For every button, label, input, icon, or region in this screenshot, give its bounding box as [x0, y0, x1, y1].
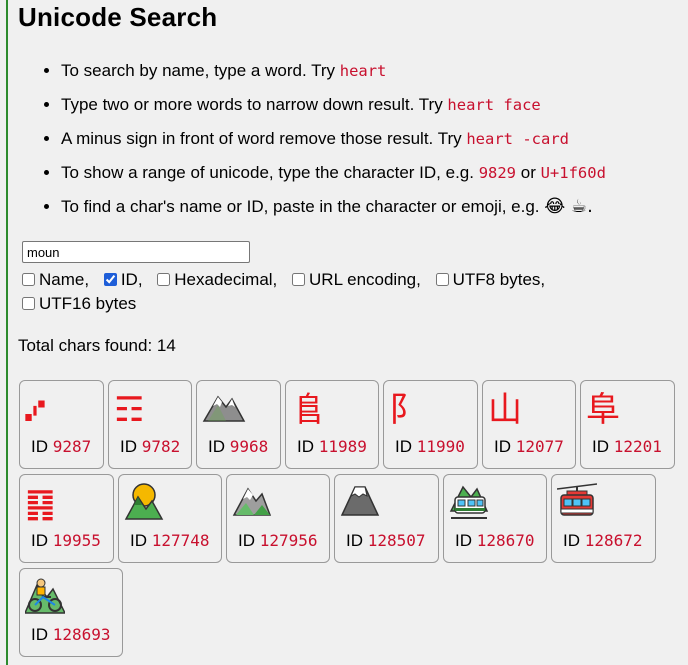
option-0[interactable]: Name,	[18, 270, 89, 289]
char-card[interactable]: ⑇ ID 9287	[19, 380, 104, 469]
char-id: ID 128670	[455, 531, 535, 550]
char-id: ID 128507	[346, 531, 426, 550]
option-label: UTF8 bytes,	[452, 270, 546, 289]
char-id: ID 9782	[120, 437, 181, 456]
mount-fuji-icon	[340, 481, 386, 527]
char-id-value: 9782	[141, 437, 181, 456]
option-1[interactable]: ID,	[100, 270, 143, 289]
char-card[interactable]: ☶ ID 9782	[108, 380, 192, 469]
option-checkbox[interactable]	[22, 273, 35, 286]
char-id-value: 12201	[613, 437, 662, 456]
char-id-value: 11989	[318, 437, 367, 456]
radical-mound-two-icon: ⻖	[389, 390, 423, 430]
option-2[interactable]: Hexadecimal,	[153, 270, 277, 289]
tip-item: To search by name, type a word. Try hear…	[61, 54, 606, 88]
char-card[interactable]: ID 9968	[196, 380, 281, 469]
total-count: Total chars found: 14	[18, 336, 176, 355]
char-id: ID 127748	[130, 531, 210, 550]
char-id-value: 11990	[416, 437, 465, 456]
tip-item: Type two or more words to narrow down re…	[61, 88, 606, 122]
example-code: heart	[339, 62, 387, 80]
option-checkbox[interactable]	[157, 273, 171, 286]
char-id-value: 9968	[229, 437, 269, 456]
option-5[interactable]: UTF16 bytes	[18, 294, 136, 313]
char-card[interactable]: ID 127748	[118, 474, 222, 563]
char-id: ID 12077	[494, 437, 564, 456]
char-id: ID 12201	[592, 437, 662, 456]
option-checkbox[interactable]	[435, 273, 449, 286]
example-emoji: 😂 ☕.	[544, 196, 593, 217]
char-card[interactable]: ⻕ ID 11989	[285, 380, 379, 469]
char-id-value: 128670	[476, 531, 535, 550]
char-id: ID 9287	[31, 437, 92, 456]
char-card[interactable]: ID 128672	[551, 474, 656, 563]
char-id-value: 9287	[52, 437, 92, 456]
sunrise-over-mountains-icon	[124, 481, 170, 527]
char-id-value: 19955	[52, 531, 101, 550]
mountain-cableway-icon	[557, 481, 603, 527]
char-id-value: 127748	[151, 531, 210, 550]
example-code: heart face	[447, 96, 541, 114]
rain-dots-icon: ⑇	[25, 390, 46, 430]
char-card[interactable]: ䷳ ID 19955	[19, 474, 114, 563]
char-id: ID 128672	[563, 531, 643, 550]
snow-capped-mountain-icon	[232, 481, 278, 527]
char-card[interactable]: ID 128507	[334, 474, 439, 563]
char-id: ID 128693	[31, 625, 111, 644]
char-card[interactable]: ⼭ ID 12077	[482, 380, 576, 469]
tip-item: A minus sign in front of word remove tho…	[61, 122, 606, 156]
option-3[interactable]: URL encoding,	[288, 270, 421, 289]
tip-item: To show a range of unicode, type the cha…	[61, 156, 606, 190]
char-card[interactable]: ⻖ ID 11990	[383, 380, 478, 469]
option-label: Hexadecimal,	[174, 270, 278, 289]
mountain-icon	[202, 387, 248, 433]
option-label: ID,	[120, 270, 143, 289]
char-card[interactable]: ID 128670	[443, 474, 547, 563]
char-id: ID 9968	[208, 437, 269, 456]
option-checkbox[interactable]	[292, 273, 306, 286]
char-id-value: 128672	[584, 531, 643, 550]
char-id: ID 11990	[395, 437, 465, 456]
kangxi-mound-icon: ⾩	[586, 390, 620, 430]
search-input[interactable]	[22, 241, 250, 263]
hexagram-mountain-icon: ䷳	[25, 484, 56, 524]
char-id: ID 127956	[238, 531, 318, 550]
char-card[interactable]: ⾩ ID 12201	[580, 380, 675, 469]
char-card[interactable]: ID 128693	[19, 568, 123, 657]
char-id: ID 19955	[31, 531, 101, 550]
tip-item: To find a char's name or ID, paste in th…	[61, 190, 606, 223]
char-id-value: 12077	[515, 437, 564, 456]
example-code: heart -card	[466, 130, 569, 148]
char-id-value: 128507	[367, 531, 426, 550]
trigram-mountain-icon: ☶	[114, 390, 145, 430]
option-label: UTF16 bytes	[39, 294, 137, 313]
example-code: 9829	[478, 164, 517, 182]
option-label: Name,	[39, 270, 90, 289]
char-card[interactable]: ID 127956	[226, 474, 330, 563]
option-4[interactable]: UTF8 bytes,	[432, 270, 546, 289]
option-checkbox[interactable]	[22, 297, 35, 310]
kangxi-mountain-icon: ⼭	[488, 390, 522, 430]
char-id: ID 11989	[297, 437, 367, 456]
radical-mound-icon: ⻕	[291, 390, 325, 430]
tips-list: To search by name, type a word. Try hear…	[30, 54, 606, 223]
mountain-railway-icon	[449, 481, 495, 527]
output-options: Name, ID, Hexadecimal, URL encoding, UTF…	[18, 268, 658, 316]
char-id-value: 127956	[259, 531, 318, 550]
option-checkbox[interactable]	[103, 273, 117, 286]
mountain-bicyclist-icon	[25, 575, 71, 621]
page-title: Unicode Search	[18, 2, 218, 32]
char-id-value: 128693	[52, 625, 111, 644]
example-code: U+1f60d	[540, 164, 606, 182]
option-label: URL encoding,	[309, 270, 421, 289]
